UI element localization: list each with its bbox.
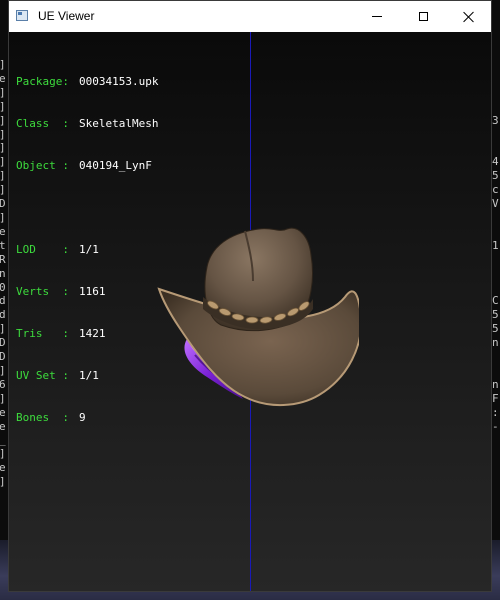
info-package: Package: 00034153.upk [16,75,158,89]
maximize-button[interactable] [400,1,446,32]
mesh-info-overlay: Package: 00034153.upk Class : SkeletalMesh… [16,47,158,453]
app-window-icon [16,10,28,21]
title-bar[interactable]: UE Viewer [9,1,491,32]
info-object: Object : 040194_LynF [16,159,158,173]
info-value: SkeletalMesh [79,117,159,130]
cowboy-hat-mesh[interactable] [149,227,359,407]
close-button[interactable] [446,1,492,32]
3d-viewport[interactable]: Package: 00034153.upk Class : SkeletalMesh… [9,32,491,591]
info-label: Class : [16,117,69,130]
info-value: 9 [79,411,86,424]
maximize-icon [418,12,428,21]
info-bones: Bones : 9 [16,411,158,425]
info-label: LOD : [16,243,69,256]
window-title: UE Viewer [38,9,95,23]
close-icon [463,11,475,23]
background-console-left: ] e ] ] ] ] ] ] ] ] D ] e t R n 0 d d ] … [0,0,8,600]
info-label: Package: [16,75,69,88]
console-text-right: 3 4 5 c V 1 C 5 5 n n F : - [492,113,499,433]
info-class: Class : SkeletalMesh [16,117,158,131]
info-value: 040194_LynF [79,159,152,172]
info-lod: LOD : 1/1 [16,243,158,257]
console-text-left: ] e ] ] ] ] ] ] ] ] D ] e t R n 0 d d ] … [0,58,6,488]
info-label: Verts : [16,285,69,298]
info-label: Object : [16,159,69,172]
info-label: UV Set : [16,369,69,382]
info-value: 00034153.upk [79,75,159,88]
info-label: Bones : [16,411,69,424]
info-tris: Tris : 1421 [16,327,158,341]
info-verts: Verts : 1161 [16,285,158,299]
ue-viewer-window: UE Viewer Package: 00034153.upk Class : Sk… [8,0,492,592]
info-value: 1/1 [79,369,99,382]
info-value: 1/1 [79,243,99,256]
background-console-right: 3 4 5 c V 1 C 5 5 n n F : - [492,0,500,600]
info-value: 1421 [79,327,106,340]
info-value: 1161 [79,285,106,298]
info-label: Tris : [16,327,69,340]
minimize-icon [372,16,382,17]
minimize-button[interactable] [354,1,400,32]
info-uvset: UV Set : 1/1 [16,369,158,383]
